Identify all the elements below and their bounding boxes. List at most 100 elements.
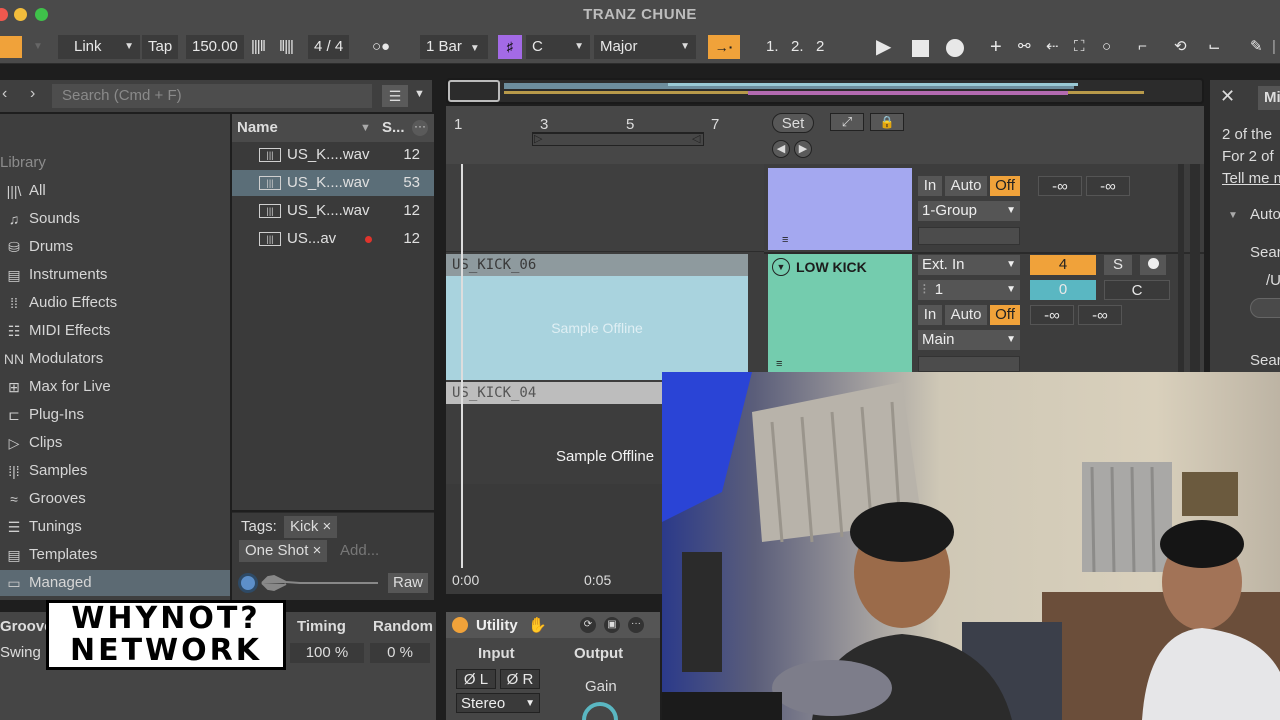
overview-viewport[interactable]	[448, 80, 500, 102]
previous-locator-icon[interactable]: ◀	[772, 140, 790, 158]
sidebar-item-plug-ins[interactable]: ⊏ Plug-Ins	[0, 402, 230, 428]
device-power-icon[interactable]	[452, 617, 468, 633]
sidebar-item-samples[interactable]: ⁞|⁞ Samples	[0, 458, 230, 484]
sidebar-item-audio-effects[interactable]: ⁞⁞ Audio Effects	[0, 290, 230, 316]
more-options-icon[interactable]: ···	[412, 120, 428, 136]
beat-ruler[interactable]: 1 3 5 7 ▷ ◁	[446, 106, 764, 164]
input-channel-dropdown[interactable]: ⁝ 1 ▼	[918, 280, 1020, 300]
punch-in-icon[interactable]: ⌐	[1138, 35, 1147, 59]
sidebar-item-max-for-live[interactable]: ⊞ Max for Live	[0, 374, 230, 400]
back-arrow-icon[interactable]: ‹	[2, 85, 7, 103]
close-icon[interactable]: ✕	[1220, 86, 1235, 107]
track-menu-icon[interactable]: ≡	[776, 358, 782, 370]
capture-icon[interactable]: ⛶	[1074, 35, 1085, 59]
audio-clip[interactable]: US_KICK_06 Sample Offline	[446, 254, 748, 380]
sidebar-item-grooves[interactable]: ≈ Grooves	[0, 486, 230, 512]
gain-knob[interactable]	[580, 700, 620, 720]
sidebar-item-tunings[interactable]: ☰ Tunings	[0, 514, 230, 540]
lock-icon[interactable]: 🔒	[870, 113, 904, 131]
phase-right-button[interactable]: Ø R	[500, 669, 540, 689]
loop-end-icon[interactable]: ◁	[692, 132, 700, 145]
name-column-header[interactable]: Name	[237, 114, 278, 142]
draw-mode-icon[interactable]: ✎	[1250, 35, 1263, 59]
file-row-selected[interactable]: ||| US_K....wav 53	[232, 170, 434, 196]
loop-brace[interactable]	[532, 132, 704, 146]
input-monitor-in-button[interactable]: In	[918, 176, 942, 196]
group-dropdown[interactable]: 1-Group ▼	[918, 201, 1020, 221]
random-value[interactable]: 0 %	[370, 643, 430, 663]
forward-arrow-icon[interactable]: ›	[30, 85, 35, 103]
track-name[interactable]: LOW KICK	[796, 259, 867, 275]
expand-triangle-icon[interactable]: ▼	[1228, 210, 1238, 221]
preview-icon[interactable]	[238, 573, 258, 593]
arm-record-button[interactable]	[1140, 255, 1166, 275]
time-signature-field[interactable]: 4 / 4	[308, 35, 350, 59]
punch-out-icon[interactable]: ⌙	[1208, 35, 1221, 59]
size-column-header[interactable]: S...	[382, 114, 405, 142]
phase-left-button[interactable]: Ø L	[456, 669, 496, 689]
back-to-arrangement-icon[interactable]: ⇠	[1046, 35, 1059, 59]
input-monitor-auto-button[interactable]: Auto	[945, 305, 987, 325]
track-pan-value[interactable]: -∞	[1086, 176, 1130, 196]
volume-field[interactable]: 0	[1030, 280, 1096, 300]
metronome-icon[interactable]: ○●	[372, 35, 390, 59]
empty-slot[interactable]	[918, 227, 1020, 245]
sidebar-item-modulators[interactable]: NN Modulators	[0, 346, 230, 372]
nudge-up-icon[interactable]: ‖|||	[279, 35, 294, 59]
track-volume-value[interactable]: -∞	[1030, 305, 1074, 325]
device-hot-swap-icon[interactable]: ⟳	[580, 617, 596, 633]
arrangement-overview[interactable]	[446, 78, 1204, 104]
loop-icon[interactable]: ⟲	[1174, 35, 1187, 59]
view-toggle-icon[interactable]	[0, 36, 22, 58]
session-record-icon[interactable]: ○	[1102, 35, 1111, 59]
remove-tag-icon[interactable]: ×	[313, 542, 322, 559]
sidebar-item-sounds[interactable]: ♫ Sounds	[0, 206, 230, 232]
nudge-down-icon[interactable]: |||‖	[251, 35, 266, 59]
timing-value[interactable]: 100 %	[290, 643, 364, 663]
tap-button[interactable]: Tap	[142, 35, 179, 59]
file-row[interactable]: ||| US...av 12	[232, 226, 434, 252]
add-tag-input[interactable]: Add...	[340, 542, 379, 559]
quantize-dropdown[interactable]: 1 Bar ▼	[420, 35, 488, 59]
input-monitor-off-button[interactable]: Off	[990, 176, 1020, 196]
key-scale-toggle-icon[interactable]: ♯	[498, 35, 522, 59]
input-type-dropdown[interactable]: Ext. In ▼	[918, 255, 1020, 275]
sidebar-item-templates[interactable]: ▤ Templates	[0, 542, 230, 568]
track-header-group[interactable]: ≡	[768, 168, 912, 250]
sidebar-item-managed[interactable]: ▭ Managed	[0, 570, 230, 596]
stop-icon[interactable]	[912, 40, 929, 57]
track-activator-button[interactable]: 4	[1030, 255, 1096, 275]
groove-name[interactable]: Swing	[0, 644, 41, 661]
record-icon[interactable]	[946, 39, 964, 57]
remove-tag-icon[interactable]: ×	[323, 518, 332, 535]
sidebar-item-clips[interactable]: ▷ Clips	[0, 430, 230, 456]
sidebar-item-instruments[interactable]: ▤ Instruments	[0, 262, 230, 288]
hand-icon[interactable]: ✋	[528, 616, 547, 634]
preview-mode-button[interactable]: Raw	[388, 573, 429, 593]
scrollbar[interactable]	[1190, 164, 1200, 372]
scale-dropdown[interactable]: Major ▼	[594, 35, 696, 59]
info-tab[interactable]: Mi	[1258, 86, 1280, 110]
chevron-down-icon[interactable]: ▼	[414, 88, 425, 100]
loop-start-icon[interactable]: ▷	[534, 132, 542, 145]
input-monitor-off-button[interactable]: Off	[990, 305, 1020, 325]
info-button[interactable]	[1250, 298, 1280, 318]
solo-button[interactable]: S	[1104, 255, 1132, 275]
input-monitor-auto-button[interactable]: Auto	[945, 176, 987, 196]
track-header-low-kick[interactable]: ▼ LOW KICK ≡	[768, 254, 912, 372]
expand-icon[interactable]: ⤢	[830, 113, 864, 131]
sidebar-item-drums[interactable]: ⛁ Drums	[0, 234, 230, 260]
caret-down-icon[interactable]: ▼	[33, 35, 43, 59]
file-row[interactable]: ||| US_K....wav 12	[232, 198, 434, 224]
empty-slot[interactable]	[918, 356, 1020, 372]
device-menu-icon[interactable]: ···	[628, 617, 644, 633]
key-dropdown[interactable]: C ▼	[526, 35, 590, 59]
channel-mode-dropdown[interactable]: Stereo ▼	[456, 693, 540, 713]
overdub-icon[interactable]: +	[990, 35, 1002, 59]
file-row[interactable]: ||| US_K....wav 12	[232, 142, 434, 168]
tempo-field[interactable]: 150.00	[186, 35, 244, 59]
next-locator-icon[interactable]: ▶	[794, 140, 812, 158]
device-save-icon[interactable]: ▣	[604, 617, 620, 633]
track-pan-value[interactable]: -∞	[1078, 305, 1122, 325]
track-menu-icon[interactable]: ≡	[782, 234, 788, 246]
